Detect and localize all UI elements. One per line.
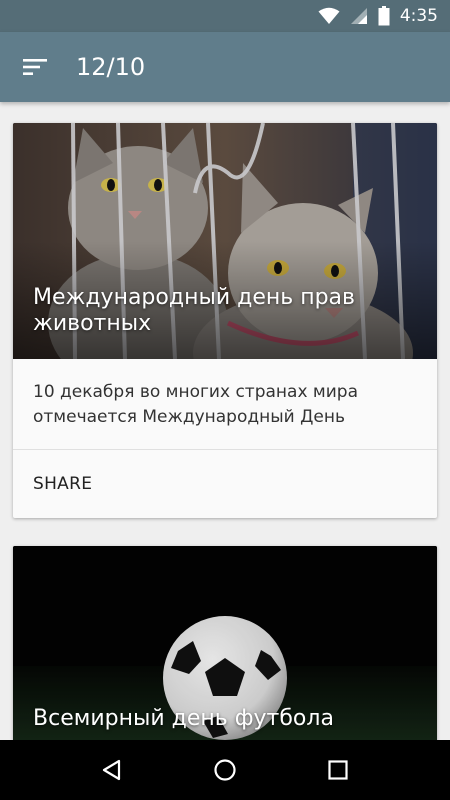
battery-icon [378, 6, 390, 26]
home-icon [214, 759, 236, 781]
share-button[interactable]: SHARE [33, 474, 92, 494]
navigation-bar [0, 740, 450, 800]
card-image-cats: Международный день прав животных [13, 123, 437, 359]
signal-icon [350, 7, 368, 25]
news-card[interactable]: Всемирный день футбола [13, 546, 437, 740]
sort-icon [23, 59, 47, 75]
card-title: Международный день прав животных [33, 285, 355, 336]
wifi-icon [318, 7, 340, 25]
back-button[interactable] [82, 740, 142, 800]
news-card[interactable]: Международный день прав животных 10 дека… [13, 123, 437, 518]
status-bar: 4:35 [0, 0, 450, 32]
news-feed[interactable]: Международный день прав животных 10 дека… [0, 102, 450, 740]
status-time: 4:35 [399, 6, 438, 26]
recents-button[interactable] [308, 740, 368, 800]
card-image-football: Всемирный день футбола [13, 546, 437, 740]
sort-menu-button[interactable] [0, 32, 70, 102]
card-summary: 10 декабря во многих странах мира отмеча… [13, 359, 437, 450]
app-bar: 12/10 [0, 32, 450, 102]
back-icon [102, 759, 120, 781]
card-actions: SHARE [13, 450, 437, 517]
page-title: 12/10 [76, 53, 146, 81]
recents-icon [328, 760, 348, 780]
home-button[interactable] [195, 740, 255, 800]
card-title: Всемирный день футбола [33, 706, 334, 731]
